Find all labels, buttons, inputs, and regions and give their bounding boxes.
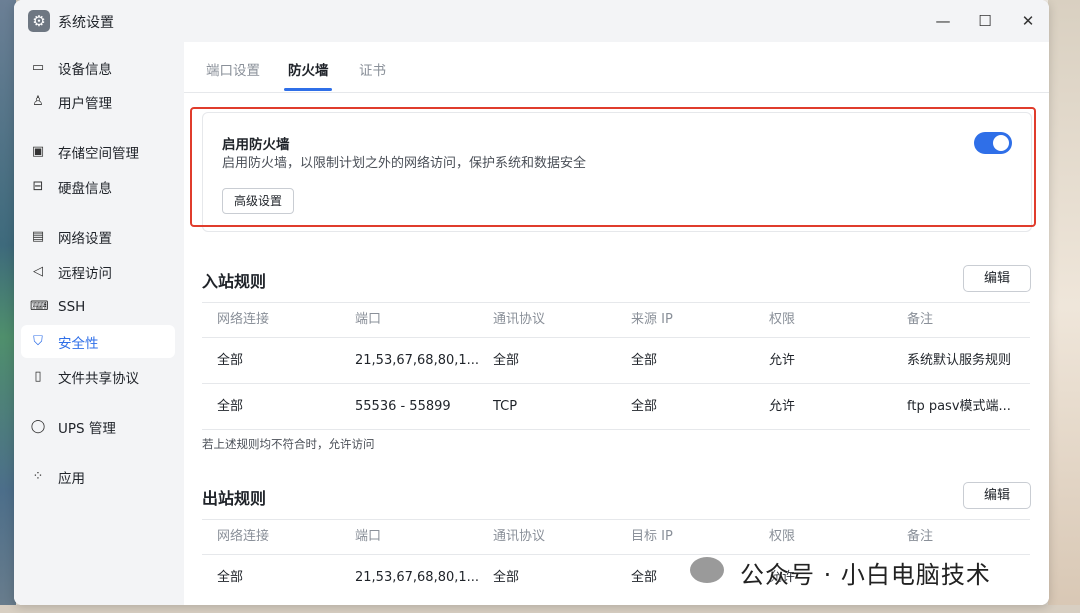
sidebar-item-network[interactable]: ▤ 网络设置 — [21, 220, 175, 253]
sidebar-item-label: UPS 管理 — [58, 420, 116, 437]
column-header: 端口 — [355, 312, 382, 327]
table-cell: 全部 — [631, 570, 658, 585]
table-cell: 全部 — [217, 353, 244, 368]
table-row[interactable]: 全部 55536 - 55899 TCP 全部 允许 ftp pasv模式端..… — [202, 383, 1030, 430]
sidebar-item-label: 设备信息 — [58, 61, 112, 78]
firewall-description: 启用防火墙，以限制计划之外的网络访问，保护系统和数据安全 — [222, 156, 587, 171]
desktop-background-right — [1048, 0, 1080, 613]
inbound-edit-button[interactable]: 编辑 — [963, 265, 1031, 292]
minimize-button[interactable]: — — [932, 10, 954, 32]
column-header: 目标 IP — [631, 529, 673, 544]
user-icon: ♙ — [32, 94, 44, 109]
sidebar-item-storage[interactable]: ▣ 存储空间管理 — [21, 135, 175, 168]
firewall-title: 启用防火墙 — [222, 137, 290, 153]
window-title: 系统设置 — [58, 15, 114, 31]
main-content: 端口设置 防火墙 证书 启用防火墙 启用防火墙，以限制计划之外的网络访问，保护系… — [184, 42, 1049, 605]
outbound-edit-button[interactable]: 编辑 — [963, 482, 1031, 509]
sidebar-item-file-sharing[interactable]: ▯ 文件共享协议 — [21, 360, 175, 393]
table-cell: 允许 — [769, 353, 796, 368]
inbound-rules-title: 入站规则 — [202, 272, 267, 291]
sidebar-item-ssh[interactable]: ⌨ SSH — [21, 290, 175, 323]
monitor-icon: ▭ — [31, 60, 45, 75]
table-cell: 全部 — [493, 353, 520, 368]
sidebar-item-users[interactable]: ♙ 用户管理 — [21, 85, 175, 118]
shield-icon: ⛉ — [33, 334, 43, 349]
column-header: 通讯协议 — [493, 529, 546, 544]
sidebar-item-device-info[interactable]: ▭ 设备信息 — [21, 51, 175, 84]
column-header: 来源 IP — [631, 312, 673, 327]
column-header: 备注 — [907, 312, 934, 327]
settings-window: ⚙ 系统设置 — ☐ ✕ ▭ 设备信息 ♙ 用户管理 ▣ 存储空间管理 ⊟ 硬盘… — [14, 0, 1049, 605]
sidebar-item-disk[interactable]: ⊟ 硬盘信息 — [21, 170, 175, 203]
sidebar-item-label: 安全性 — [58, 335, 99, 352]
sidebar-item-apps[interactable]: ⁘ 应用 — [21, 460, 175, 493]
sidebar-item-security[interactable]: ⛉ 安全性 — [21, 325, 175, 358]
sidebar-item-label: 存储空间管理 — [58, 145, 139, 162]
sidebar-item-label: 应用 — [58, 470, 85, 487]
close-button[interactable]: ✕ — [1017, 10, 1039, 32]
remote-icon: ◁ — [33, 264, 43, 279]
table-header: 网络连接 端口 通讯协议 目标 IP 权限 备注 — [202, 519, 1030, 554]
watermark-text: 公众号 · 小白电脑技术 — [740, 561, 991, 589]
table-row[interactable]: 全部 21,53,67,68,80,1... 全部 全部 允许 系统默认服务规则 — [202, 337, 1030, 383]
table-cell: ftp pasv模式端... — [907, 399, 1011, 414]
table-cell: 全部 — [493, 570, 520, 585]
ups-icon: ◯ — [30, 419, 46, 434]
toggle-knob — [993, 135, 1009, 151]
column-header: 网络连接 — [217, 529, 270, 544]
network-icon: ▤ — [31, 229, 45, 244]
table-header: 网络连接 端口 通讯协议 来源 IP 权限 备注 — [202, 302, 1030, 337]
column-header: 网络连接 — [217, 312, 270, 327]
column-header: 权限 — [769, 529, 796, 544]
table-cell: 全部 — [217, 399, 244, 414]
sidebar-item-ups[interactable]: ◯ UPS 管理 — [21, 410, 175, 443]
firewall-toggle[interactable] — [974, 132, 1012, 154]
inbound-default-note: 若上述规则均不符合时，允许访问 — [202, 437, 375, 451]
gear-icon: ⚙ — [28, 10, 50, 32]
column-header: 权限 — [769, 312, 796, 327]
table-cell: 21,53,67,68,80,1... — [355, 353, 480, 368]
sidebar: ▭ 设备信息 ♙ 用户管理 ▣ 存储空间管理 ⊟ 硬盘信息 ▤ 网络设置 ◁ 远… — [14, 42, 184, 605]
tab-certificate[interactable]: 证书 — [359, 59, 386, 79]
table-cell: 全部 — [217, 570, 244, 585]
table-cell: 允许 — [769, 399, 796, 414]
sidebar-item-label: 文件共享协议 — [58, 370, 139, 387]
sidebar-item-label: 硬盘信息 — [58, 180, 112, 197]
advanced-settings-button[interactable]: 高级设置 — [222, 188, 295, 214]
desktop-background-bottom — [0, 605, 1080, 613]
column-header: 通讯协议 — [493, 312, 546, 327]
tab-port-settings[interactable]: 端口设置 — [206, 59, 260, 79]
column-header: 备注 — [907, 529, 934, 544]
table-cell: 系统默认服务规则 — [907, 353, 1012, 368]
wechat-icon — [690, 557, 724, 583]
apps-icon: ⁘ — [32, 469, 44, 484]
terminal-icon: ⌨ — [30, 299, 49, 314]
maximize-button[interactable]: ☐ — [974, 10, 996, 32]
title-bar: ⚙ 系统设置 — ☐ ✕ — [14, 0, 1049, 42]
column-header: 端口 — [355, 529, 382, 544]
sidebar-item-label: 远程访问 — [58, 265, 112, 282]
sidebar-item-label: 网络设置 — [58, 230, 112, 247]
disk-icon: ⊟ — [32, 179, 44, 194]
table-cell: 21,53,67,68,80,1... — [355, 570, 480, 585]
sidebar-item-label: 用户管理 — [58, 95, 112, 112]
tab-firewall[interactable]: 防火墙 — [288, 59, 329, 79]
storage-icon: ▣ — [31, 144, 45, 159]
file-icon: ▯ — [34, 369, 42, 384]
inbound-rules-table: 网络连接 端口 通讯协议 来源 IP 权限 备注 全部 21,53,67,68,… — [202, 302, 1030, 430]
table-cell: 全部 — [631, 399, 658, 414]
sidebar-item-label: SSH — [58, 298, 86, 315]
active-tab-indicator — [284, 88, 332, 91]
table-cell: 全部 — [631, 353, 658, 368]
tab-bar: 端口设置 防火墙 证书 — [184, 42, 1049, 93]
sidebar-item-remote[interactable]: ◁ 远程访问 — [21, 255, 175, 288]
table-cell: 55536 - 55899 — [355, 399, 451, 414]
outbound-rules-title: 出站规则 — [202, 489, 267, 508]
table-cell: TCP — [493, 399, 518, 414]
